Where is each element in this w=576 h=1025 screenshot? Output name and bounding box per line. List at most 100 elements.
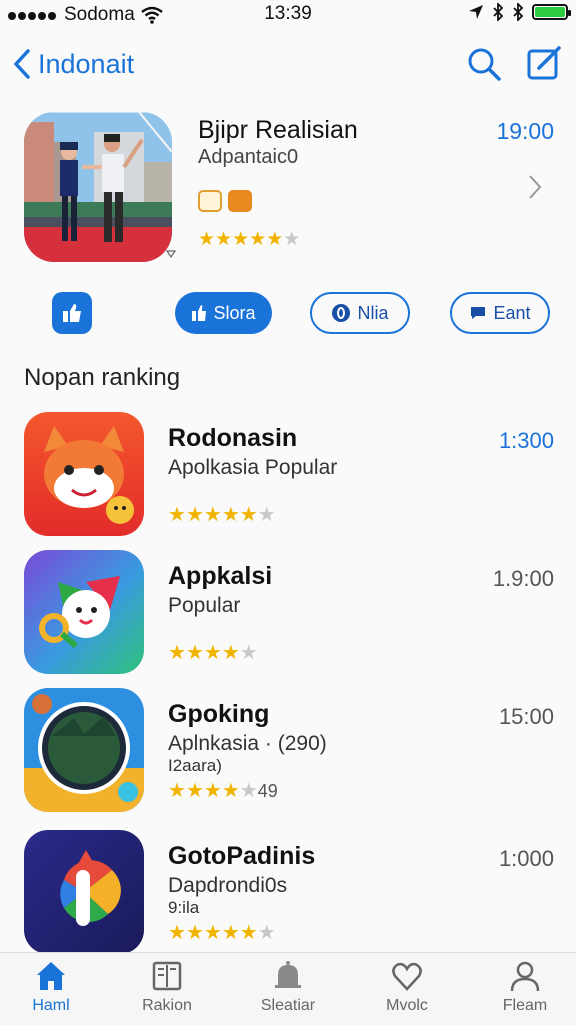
tab-notifications[interactable]: Sleatiar [233, 959, 343, 1015]
star-icon: ★ [203, 504, 222, 526]
app-name: Appkalsi [168, 562, 273, 590]
tab-label: Mvolc [386, 997, 428, 1014]
star-icon: ★ [185, 504, 204, 526]
app-name: GotoPadinis [168, 842, 316, 870]
fox-app-icon [24, 412, 144, 536]
star-icon: ★ [239, 642, 258, 664]
star-icon: ★ [185, 780, 204, 802]
tab-label: Sleatiar [260, 997, 316, 1014]
app-name: Gpoking [168, 700, 270, 728]
back-button[interactable]: Indonait [12, 48, 134, 80]
navigation-bar: Indonait [0, 40, 576, 90]
app-price[interactable]: 1:000 [499, 846, 554, 872]
tab-favorites[interactable]: Mvolc [352, 959, 462, 1015]
heart-icon [392, 962, 422, 991]
star-icon: ★ [257, 922, 276, 944]
star-icon: ★ [221, 504, 240, 526]
star-icon: ★ [168, 504, 186, 526]
event-button-label: Eant [493, 302, 531, 323]
app-subtitle: Apolkasia Popular [168, 456, 338, 479]
app-subtitle-secondary: I2aara) [168, 756, 222, 775]
list-item[interactable]: Gpoking Aplnkasia · (290) I2aara) 15:00 … [24, 688, 554, 814]
star-icon: ★ [185, 922, 204, 944]
featured-app-image [24, 112, 172, 262]
star-icon: ★ [185, 642, 204, 664]
star-icon: ★ [215, 229, 233, 250]
rating-count: 49 [257, 781, 278, 801]
category-badge-icon [228, 190, 252, 212]
star-icon: ★ [168, 642, 186, 664]
star-icon: ★ [239, 780, 258, 802]
star-icon: ★ [203, 780, 222, 802]
book-icon [152, 961, 182, 991]
featured-app-subtitle: Adpantaic0 [198, 146, 299, 168]
compose-button[interactable] [526, 46, 562, 82]
app-rating-stars: ★★★★★★ [168, 502, 276, 527]
featured-rating-stars: ★★★★★★ [198, 228, 300, 251]
app-subtitle: Dapdrondi0s [168, 874, 288, 897]
search-button[interactable] [466, 46, 502, 82]
tab-home[interactable]: Haml [0, 959, 106, 1015]
star-icon: ★ [221, 780, 240, 802]
message-icon [471, 307, 486, 319]
chevron-left-icon [14, 49, 30, 79]
status-bar: Sodoma 13:39 [0, 0, 576, 28]
event-button[interactable]: Eant [450, 292, 550, 334]
app-rating-stars: ★★★★★ [168, 780, 258, 802]
app-price[interactable]: 1:300 [499, 428, 554, 454]
compose-icon [527, 46, 561, 80]
status-icons [468, 3, 571, 21]
tab-profile[interactable]: Fleam [470, 959, 576, 1015]
tab-label: Rakion [142, 997, 192, 1014]
star-icon: ★ [257, 504, 276, 526]
list-item[interactable]: Rodonasin Apolkasia Popular 1:300 ★★★★★★ [24, 412, 554, 538]
media-button[interactable]: Nlia [310, 292, 410, 334]
featured-badges [198, 190, 252, 212]
battery-icon [532, 4, 571, 20]
list-item[interactable]: Appkalsi Popular 1.9:00 ★★★★★ [24, 550, 554, 676]
tab-ranking[interactable]: Rakion [112, 959, 222, 1015]
app-rating-stars: ★★★★★★ [168, 920, 276, 945]
star-icon: ★ [221, 922, 240, 944]
featured-app-title: Bjipr Realisian [198, 116, 358, 144]
search-icon [468, 48, 501, 81]
star-icon: ★ [221, 642, 240, 664]
store-button-label: Slora [213, 302, 256, 323]
bell-icon [275, 961, 301, 988]
star-icon: ★ [203, 922, 222, 944]
tab-bar: Haml Rakion Sleatiar Mvolc Fleam [0, 952, 576, 1025]
expand-icon [166, 250, 176, 258]
featured-app-price[interactable]: 19:00 [496, 118, 554, 145]
star-icon: ★ [203, 642, 222, 664]
age-badge-icon [198, 190, 222, 212]
back-label: Indonait [38, 48, 135, 79]
star-icon: ★ [198, 229, 216, 250]
bluetooth-icon [493, 3, 504, 21]
store-button[interactable]: Slora [175, 292, 272, 334]
app-name: Rodonasin [168, 424, 298, 452]
app-subtitle-secondary: 9:ila [168, 898, 200, 917]
bluetooth-icon-2 [513, 3, 524, 21]
chevron-right-icon[interactable] [528, 174, 542, 207]
action-buttons: Slora Nlia Eant [0, 292, 576, 336]
app-rating-stars: ★★★★★ [168, 640, 258, 665]
star-icon: ★ [266, 229, 284, 250]
like-button[interactable] [52, 292, 92, 334]
parrot-app-icon [24, 550, 144, 674]
circle-o-icon [332, 304, 351, 322]
section-title: Nopan ranking [24, 364, 181, 391]
location-icon [469, 5, 483, 19]
star-icon: ★ [168, 922, 186, 944]
featured-app[interactable]: Bjipr Realisian Adpantaic0 19:00 ★★★★★★ [24, 112, 554, 272]
app-rating: ★★★★★49 [168, 778, 278, 803]
star-icon: ★ [283, 229, 301, 250]
letter-app-icon [24, 830, 144, 954]
app-price[interactable]: 15:00 [499, 704, 554, 730]
list-item[interactable]: GotoPadinis Dapdrondi0s 9:ila 1:000 ★★★★… [24, 830, 554, 956]
tab-label: Haml [32, 997, 70, 1014]
tab-label: Fleam [502, 997, 548, 1014]
app-price[interactable]: 1.9:00 [493, 566, 554, 592]
star-icon: ★ [239, 922, 258, 944]
star-icon: ★ [168, 780, 186, 802]
star-icon: ★ [249, 229, 267, 250]
